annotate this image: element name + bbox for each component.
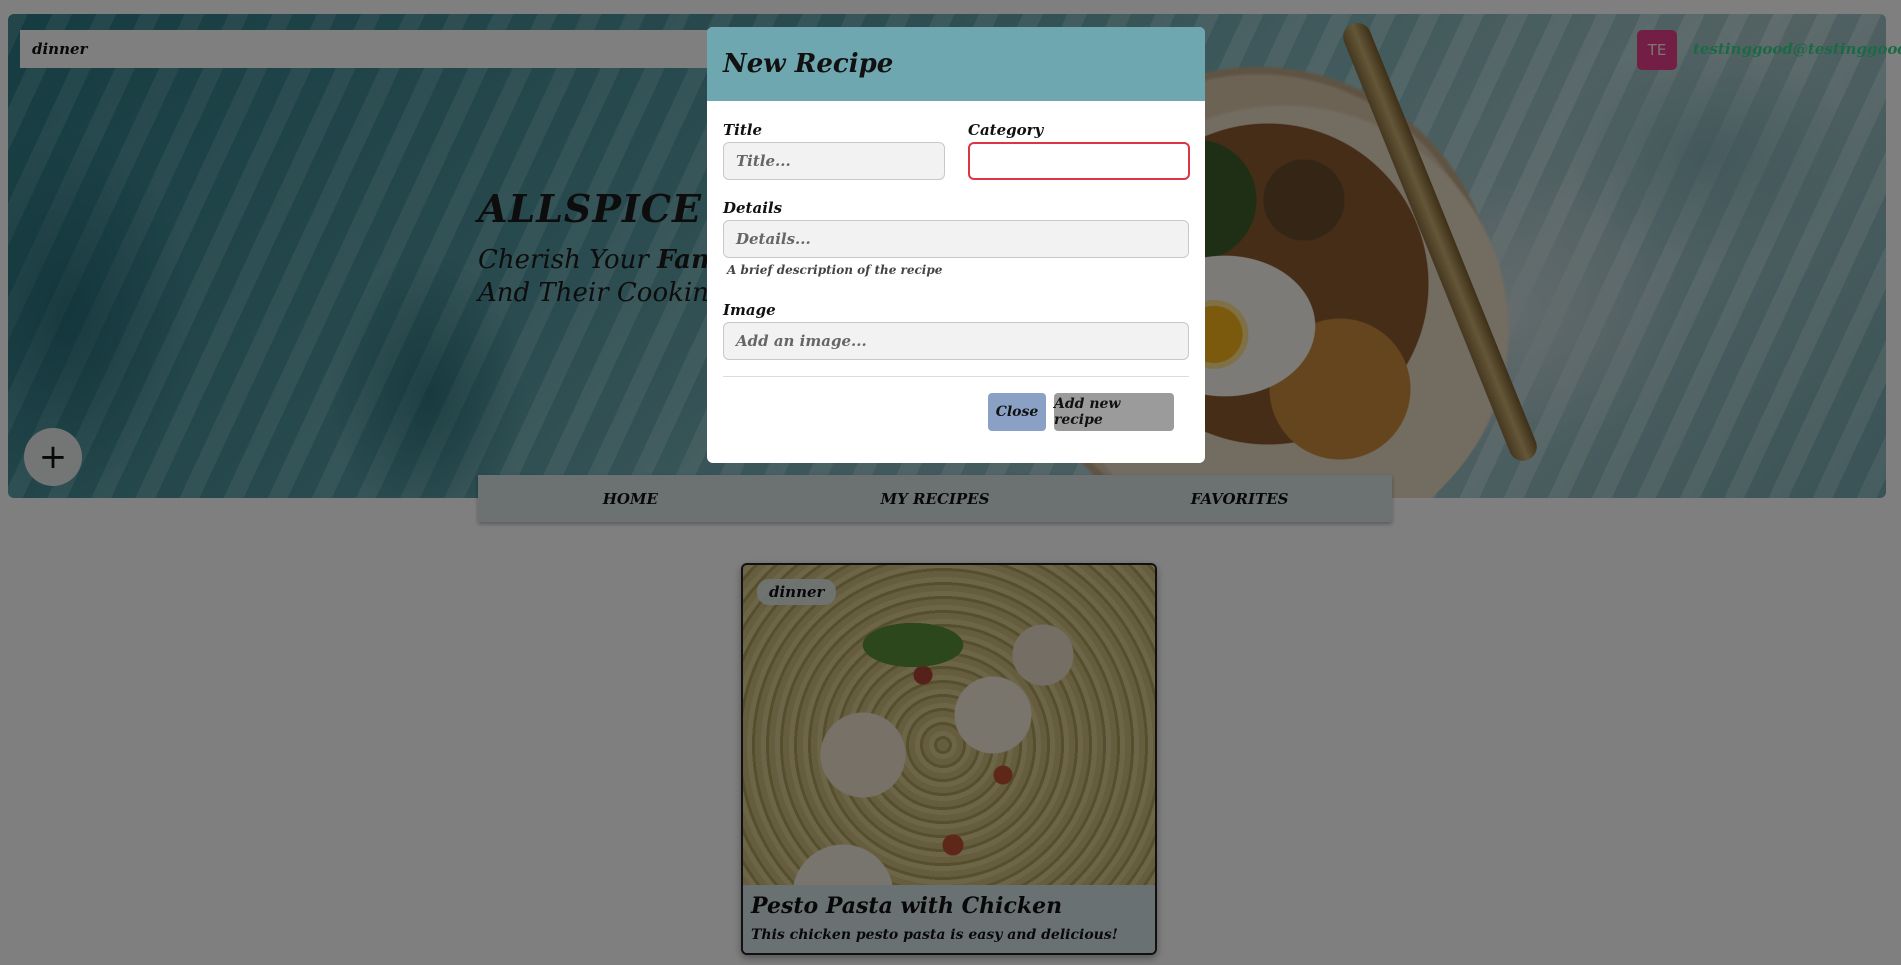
- image-input[interactable]: Add an image...: [723, 322, 1189, 360]
- image-placeholder: Add an image...: [736, 332, 867, 350]
- details-placeholder: Details...: [736, 230, 811, 248]
- title-input[interactable]: Title...: [723, 142, 945, 180]
- modal-title: New Recipe: [723, 49, 894, 79]
- details-help-text: A brief description of the recipe: [727, 263, 943, 277]
- modal-header: New Recipe: [707, 27, 1205, 101]
- add-new-recipe-button[interactable]: Add new recipe: [1054, 393, 1174, 431]
- modal-footer-divider: [723, 376, 1189, 377]
- new-recipe-modal: New Recipe Title Title... Category Detai…: [707, 27, 1205, 463]
- title-label: Title: [723, 121, 763, 139]
- category-label: Category: [968, 121, 1044, 139]
- details-label: Details: [723, 199, 783, 217]
- title-placeholder: Title...: [736, 152, 791, 170]
- image-label: Image: [723, 301, 776, 319]
- close-button[interactable]: Close: [988, 393, 1046, 431]
- details-input[interactable]: Details...: [723, 220, 1189, 258]
- category-input[interactable]: [968, 142, 1190, 180]
